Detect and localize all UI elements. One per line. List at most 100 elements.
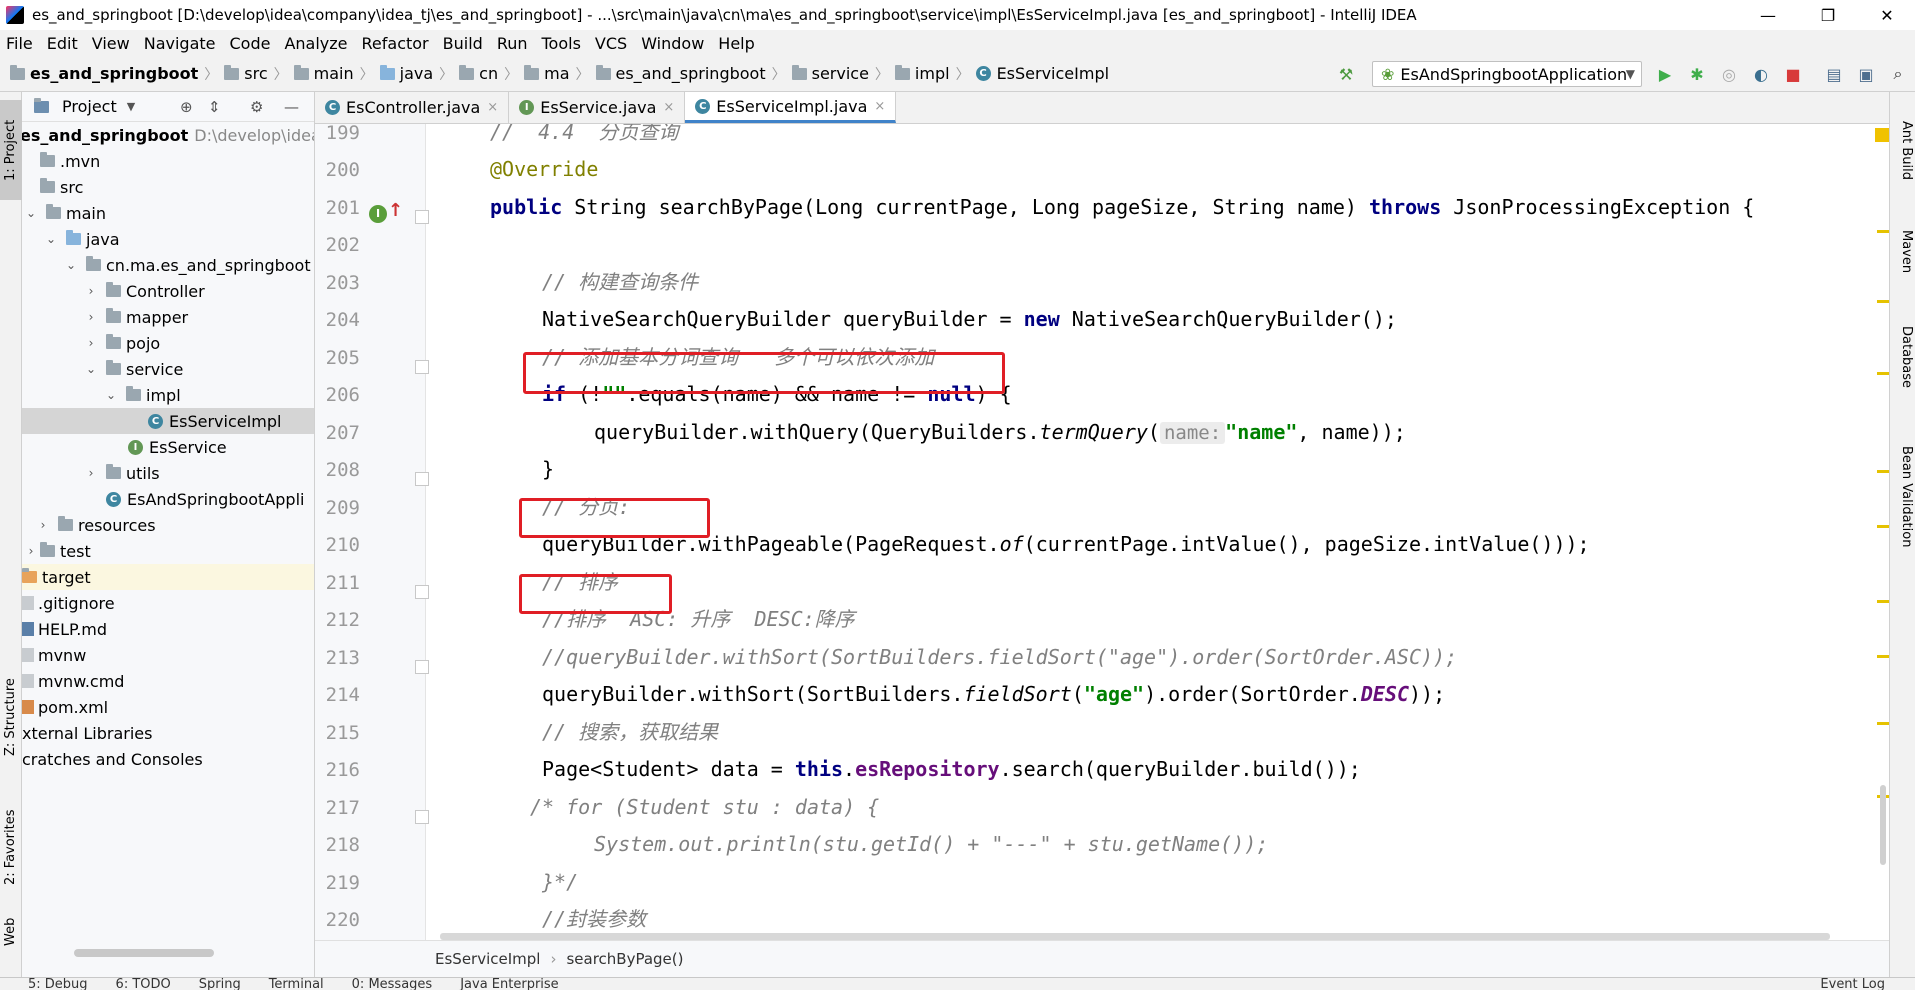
tree-item-main[interactable]: ⌄ main (22, 200, 314, 226)
warning-mark[interactable] (1877, 655, 1889, 658)
tab-ant-build[interactable]: Ant Build (1892, 100, 1914, 200)
coverage-icon[interactable]: ◎ (1719, 64, 1739, 84)
minimize-button[interactable]: — (1740, 0, 1796, 30)
tab-web[interactable]: Web (0, 907, 22, 957)
build-hammer-icon[interactable]: ⚒ (1336, 64, 1356, 84)
tree-item-root[interactable]: es_and_springbootD:\develop\idea\cor (22, 122, 314, 148)
project-structure-icon[interactable]: ▤ (1824, 64, 1844, 84)
chevron-right-icon[interactable]: › (82, 310, 100, 324)
menu-build[interactable]: Build (443, 34, 483, 53)
tree-item-test[interactable]: › test (22, 538, 314, 564)
tree-item-utils[interactable]: › utils (22, 460, 314, 486)
breadcrumb-class[interactable]: EsServiceImpl (435, 950, 540, 968)
debug-icon[interactable]: ✱ (1687, 64, 1707, 84)
vertical-scrollbar[interactable] (1880, 785, 1886, 865)
project-view-selector[interactable]: Project (62, 97, 117, 116)
locate-icon[interactable]: ⊕ (180, 98, 193, 116)
warning-mark[interactable] (1877, 300, 1889, 303)
tree-item-controller[interactable]: › Controller (22, 278, 314, 304)
sdk-icon[interactable]: ▣ (1856, 64, 1876, 84)
nav-crumb-project[interactable]: es_and_springboot (10, 64, 198, 83)
stop-icon[interactable]: ■ (1783, 64, 1803, 84)
chevron-down-icon[interactable]: ⌄ (42, 232, 60, 246)
tool-tab-event-log[interactable]: Event Log (1820, 978, 1885, 990)
warning-mark[interactable] (1877, 230, 1889, 233)
menu-refactor[interactable]: Refactor (362, 34, 429, 53)
tab-maven[interactable]: Maven (1892, 217, 1914, 287)
tree-item-application[interactable]: C EsAndSpringbootAppli (22, 486, 314, 512)
tree-item-service[interactable]: ⌄ service (22, 356, 314, 382)
collapse-all-icon[interactable]: ⇕ (208, 98, 221, 116)
nav-crumb-ma[interactable]: ma (524, 64, 570, 83)
menu-file[interactable]: File (6, 34, 33, 53)
nav-crumb-java[interactable]: java (379, 64, 433, 83)
chevron-down-icon[interactable]: ⌄ (102, 388, 120, 402)
menu-navigate[interactable]: Navigate (144, 34, 216, 53)
horizontal-scrollbar[interactable] (74, 949, 214, 957)
tab-project[interactable]: 1: Project (0, 100, 22, 200)
warning-mark[interactable] (1877, 372, 1889, 375)
nav-crumb-cn[interactable]: cn (459, 64, 498, 83)
tree-item-impl[interactable]: ⌄ impl (22, 382, 314, 408)
tool-tab-debug[interactable]: 5: Debug (28, 978, 88, 990)
close-icon[interactable]: × (487, 100, 498, 115)
tab-favorites[interactable]: 2: Favorites (0, 792, 22, 902)
tree-item-esservice[interactable]: I EsService (22, 434, 314, 460)
nav-crumb-impl[interactable]: impl (894, 64, 950, 83)
code-editor[interactable]: 199 200 201 202 203 204 205 206 207 208 … (315, 124, 1895, 940)
chevron-right-icon[interactable]: › (82, 284, 100, 298)
hide-icon[interactable]: — (284, 98, 299, 116)
chevron-down-icon[interactable]: ⌄ (22, 206, 40, 220)
tree-item-package[interactable]: ⌄ cn.ma.es_and_springboot (22, 252, 314, 278)
menu-code[interactable]: Code (230, 34, 271, 53)
tool-tab-todo[interactable]: 6: TODO (116, 978, 171, 990)
chevron-right-icon[interactable]: › (82, 336, 100, 350)
tree-item-target[interactable]: target (22, 564, 314, 590)
tree-item-esserviceimpl[interactable]: C EsServiceImpl (22, 408, 314, 434)
run-icon[interactable]: ▶ (1655, 64, 1675, 84)
nav-crumb-service[interactable]: service (791, 64, 869, 83)
tree-item-java[interactable]: ⌄ java (22, 226, 314, 252)
chevron-down-icon[interactable]: ▼ (127, 100, 135, 113)
tab-structure[interactable]: Z: Structure (0, 662, 22, 772)
tab-esservice[interactable]: I EsService.java × (509, 92, 686, 123)
nav-crumb-class[interactable]: C EsServiceImpl (975, 64, 1109, 83)
menu-vcs[interactable]: VCS (595, 34, 627, 53)
nav-crumb-package[interactable]: es_and_springboot (595, 64, 766, 83)
menu-view[interactable]: View (92, 34, 130, 53)
chevron-right-icon[interactable]: › (82, 466, 100, 480)
warning-mark[interactable] (1877, 470, 1889, 473)
tree-item-scratches[interactable]: cratches and Consoles (22, 746, 314, 772)
warning-indicator-icon[interactable] (1875, 128, 1889, 142)
nav-crumb-main[interactable]: main (293, 64, 354, 83)
nav-crumb-src[interactable]: src (224, 64, 268, 83)
profile-icon[interactable]: ◐ (1751, 64, 1771, 84)
tree-item-pojo[interactable]: › pojo (22, 330, 314, 356)
tree-item-help-md[interactable]: HELP.md (22, 616, 314, 642)
tab-database[interactable]: Database (1892, 307, 1914, 407)
tab-escontroller[interactable]: C EsController.java × (315, 92, 510, 123)
close-button[interactable]: ✕ (1859, 0, 1915, 30)
menu-analyze[interactable]: Analyze (284, 34, 347, 53)
chevron-down-icon[interactable]: ⌄ (82, 362, 100, 376)
breadcrumb-method[interactable]: searchByPage() (566, 950, 683, 968)
tree-item-mapper[interactable]: › mapper (22, 304, 314, 330)
maximize-button[interactable]: ❐ (1800, 0, 1856, 30)
tool-tab-spring[interactable]: Spring (199, 978, 241, 990)
tree-item-resources[interactable]: › resources (22, 512, 314, 538)
tab-bean-validation[interactable]: Bean Validation (1892, 427, 1914, 567)
gear-icon[interactable]: ⚙ (250, 98, 263, 116)
warning-mark[interactable] (1877, 722, 1889, 725)
tree-item-external-libraries[interactable]: xternal Libraries (22, 720, 314, 746)
run-configuration-select[interactable]: ❀ EsAndSpringbootApplication ▼ (1372, 61, 1642, 87)
tool-tab-terminal[interactable]: Terminal (269, 978, 324, 990)
tree-item-pom[interactable]: pom.xml (22, 694, 314, 720)
menu-help[interactable]: Help (718, 34, 754, 53)
chevron-down-icon[interactable]: ⌄ (62, 258, 80, 272)
search-icon[interactable]: ⌕ (1888, 64, 1908, 84)
tree-item-gitignore[interactable]: .gitignore (22, 590, 314, 616)
tree-item-mvnw-cmd[interactable]: mvnw.cmd (22, 668, 314, 694)
tab-esserviceimpl[interactable]: C EsServiceImpl.java × (685, 92, 897, 123)
menu-tools[interactable]: Tools (542, 34, 581, 53)
tool-tab-java-enterprise[interactable]: Java Enterprise (460, 978, 558, 990)
